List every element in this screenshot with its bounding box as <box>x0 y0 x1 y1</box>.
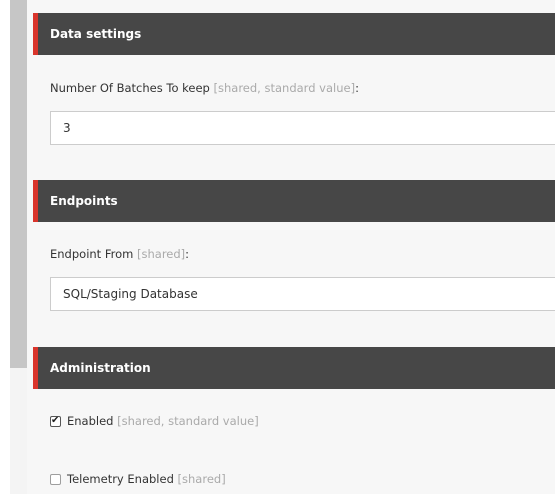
field-label-text: Number Of Batches To keep <box>50 81 210 95</box>
field-label-number-of-batches: Number Of Batches To keep [shared, stand… <box>50 81 359 95</box>
field-label-colon: : <box>355 81 359 95</box>
left-gutter <box>0 0 10 494</box>
field-hint: [shared, standard value] <box>213 81 356 95</box>
endpoint-from-input[interactable]: SQL/Staging Database <box>50 277 555 311</box>
telemetry-enabled-checkbox-row[interactable]: Telemetry Enabled [shared] <box>50 471 226 487</box>
scrollbar-thumb[interactable] <box>10 0 27 368</box>
checkmark-icon: ✔ <box>51 414 60 426</box>
section-header-endpoints[interactable]: Endpoints <box>33 180 555 222</box>
field-label-text: Endpoint From <box>50 247 134 261</box>
section-title: Endpoints <box>50 194 118 208</box>
field-hint: [shared] <box>177 472 226 486</box>
input-value: 3 <box>63 121 71 135</box>
section-header-administration[interactable]: Administration <box>33 347 555 389</box>
field-label-endpoint-from: Endpoint From [shared]: <box>50 247 189 261</box>
enabled-checkbox-row[interactable]: ✔ Enabled [shared, standard value] <box>50 413 259 429</box>
number-of-batches-input[interactable]: 3 <box>50 111 555 145</box>
checkbox-label: Telemetry Enabled <box>67 472 174 486</box>
checkbox-label: Enabled <box>67 414 114 428</box>
enabled-checkbox[interactable]: ✔ <box>50 414 61 427</box>
section-header-data-settings[interactable]: Data settings <box>33 13 555 55</box>
field-hint: [shared, standard value] <box>117 414 259 428</box>
telemetry-enabled-checkbox[interactable] <box>50 473 61 485</box>
field-hint: [shared] <box>137 247 186 261</box>
content-editor: Data settings Number Of Batches To keep … <box>33 0 555 494</box>
section-title: Administration <box>50 361 151 375</box>
input-value: SQL/Staging Database <box>63 287 198 301</box>
field-label-colon: : <box>185 247 190 261</box>
section-title: Data settings <box>50 27 142 41</box>
